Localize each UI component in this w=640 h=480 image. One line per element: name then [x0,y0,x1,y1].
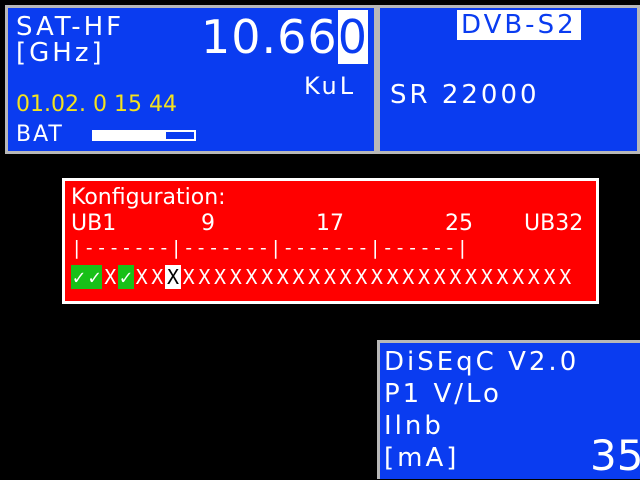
ub-slot-12[interactable]: X [244,265,260,289]
ub-label-25: 25 [445,211,473,236]
ub-label-9: 9 [201,211,215,236]
ub-label-17: 17 [316,211,344,236]
lnb-position: P1 V/Lo [384,379,502,409]
ub-slot-24[interactable]: X [432,265,448,289]
signal-panel: DVB-S2 SR 22000 [377,5,640,154]
lnb-current-unit: [mA] [384,443,460,473]
ub-slot-27[interactable]: X [479,265,495,289]
battery-fill [94,132,166,139]
ub-slot-30[interactable]: X [526,265,542,289]
lnb-current-label: Ilnb [384,411,444,441]
diseqc-version: DiSEqC V2.0 [384,347,580,377]
ub-slot-4[interactable]: ✓ [118,265,134,289]
ub-label-start: UB1 [71,211,117,236]
ub-slot-21[interactable]: X [385,265,401,289]
ub-slot-10[interactable]: X [212,265,228,289]
datetime: 01.02. 0 15 44 [16,92,177,117]
ub-slot-8[interactable]: X [181,265,197,289]
frequency-main: 10.66 [201,10,338,64]
ub-slot-25[interactable]: X [448,265,464,289]
ub-slot-3[interactable]: X [102,265,118,289]
ub-slot-row[interactable]: ✓ ✓ X ✓ X X X X X X X X X X X X X X X X X X X X X X X X X X X X [71,265,573,289]
ub-slot-9[interactable]: X [197,265,213,289]
configuration-title: Konfiguration: [71,185,226,210]
ub-slot-1[interactable]: ✓ [71,265,87,289]
ub-slot-16[interactable]: X [306,265,322,289]
ub-slot-31[interactable]: X [542,265,558,289]
ub-slot-14[interactable]: X [275,265,291,289]
ub-slot-5[interactable]: X [134,265,150,289]
ub-slot-6[interactable]: X [149,265,165,289]
ub-scale: |-------|-------|-------|------| [71,237,470,259]
lnb-panel: DiSEqC V2.0 P1 V/Lo Ilnb [mA] 35 [377,340,640,480]
ub-slot-22[interactable]: X [400,265,416,289]
dvb-mode[interactable]: DVB-S2 [457,10,581,40]
ub-slot-7[interactable]: X [165,265,181,289]
ub-slot-23[interactable]: X [416,265,432,289]
lnb-current-value: 35 [590,431,640,480]
ub-slot-2[interactable]: ✓ [86,265,103,289]
ub-slot-17[interactable]: X [322,265,338,289]
symbol-rate: SR 22000 [390,80,540,110]
frequency-unit: [GHz] [16,38,105,68]
ub-slot-13[interactable]: X [259,265,275,289]
ub-label-end: UB32 [524,211,584,236]
sat-hf-panel: SAT-HF [GHz] 10.660 KuL 01.02. 0 15 44 B… [5,5,377,154]
band-label: KuL [304,72,357,100]
frequency-value[interactable]: 10.660 [201,10,368,64]
ub-slot-26[interactable]: X [463,265,479,289]
ub-slot-11[interactable]: X [228,265,244,289]
battery-label: BAT [16,122,64,147]
ub-slot-28[interactable]: X [495,265,511,289]
ub-slot-15[interactable]: X [291,265,307,289]
ub-slot-32[interactable]: X [557,265,573,289]
ub-slot-19[interactable]: X [353,265,369,289]
ub-slot-29[interactable]: X [510,265,526,289]
ub-slot-20[interactable]: X [369,265,385,289]
ub-slot-18[interactable]: X [338,265,354,289]
battery-icon [92,130,196,141]
frequency-cursor-digit[interactable]: 0 [337,10,368,64]
configuration-panel: Konfiguration: UB1 9 17 25 UB32 |-------… [62,178,599,304]
